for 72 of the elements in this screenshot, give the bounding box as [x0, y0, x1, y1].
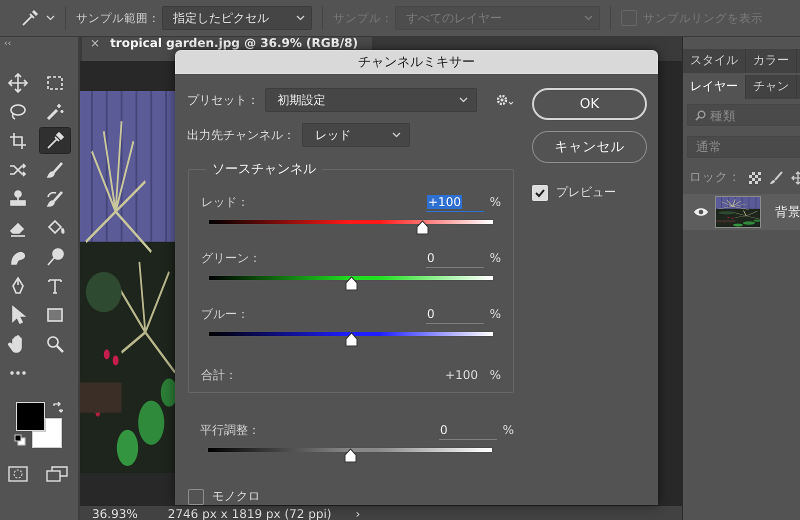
slider-label: ブルー：: [201, 306, 250, 322]
eyedropper-icon[interactable]: [20, 8, 40, 28]
slider-label: 平行調整：: [200, 422, 261, 438]
slider-thumb[interactable]: [344, 448, 356, 463]
slider-thumb[interactable]: [344, 332, 358, 347]
caret-icon: [392, 132, 401, 138]
eye-icon[interactable]: [693, 207, 709, 217]
value-field[interactable]: 0: [439, 420, 497, 440]
lock-label: ロック：: [689, 169, 741, 186]
expand-arrow[interactable]: ›: [355, 506, 360, 520]
value-field[interactable]: 0: [426, 304, 484, 324]
source-channels-legend: ソースチャンネル: [206, 160, 322, 178]
swap-icon[interactable]: [52, 402, 63, 413]
lollipop-icon: [45, 246, 65, 266]
ok-button[interactable]: OK: [532, 88, 647, 120]
close-button[interactable]: ×: [90, 37, 100, 50]
panel-tab[interactable]: チャン: [746, 75, 797, 99]
checkmark-icon: [534, 186, 546, 198]
percent-unit: %: [488, 251, 501, 265]
preview-label: プレビュー: [556, 184, 616, 201]
value-field[interactable]: 0: [426, 248, 484, 268]
slider-label: レッド：: [201, 194, 250, 210]
total-value: +100: [445, 368, 478, 382]
lasso-icon: [8, 102, 28, 122]
crop-icon: [8, 130, 28, 150]
panel-tab[interactable]: カラー: [746, 49, 797, 73]
history-brush-icon: [45, 188, 65, 208]
brush-icon[interactable]: [769, 170, 783, 184]
preset-dropdown[interactable]: 初期設定: [264, 88, 477, 112]
percent-unit: %: [488, 307, 501, 321]
eyedropper-icon: [45, 130, 65, 150]
layer-filter-field[interactable]: 種類: [687, 104, 800, 126]
quick-mask-icon[interactable]: [8, 466, 28, 482]
sample-size-dropdown[interactable]: 指定したピクセル: [162, 6, 312, 30]
monochrome-label: モノクロ: [212, 488, 260, 505]
slider-thumb[interactable]: [416, 220, 428, 235]
zoom-icon: [45, 334, 65, 354]
default-colors-icon[interactable]: [14, 434, 26, 446]
tool-button[interactable]: [39, 127, 71, 154]
brush-icon: [45, 160, 65, 180]
stamp-icon: [8, 188, 28, 208]
gear-icon[interactable]: [496, 93, 514, 107]
caret-icon: [46, 15, 55, 21]
value-field[interactable]: +100: [426, 192, 484, 212]
checkerboard-icon[interactable]: [749, 172, 761, 184]
caret-icon: [459, 97, 468, 103]
move-icon: [8, 72, 28, 92]
percent-unit: %: [488, 368, 501, 382]
search-icon: [695, 110, 706, 121]
sample-size-label: サンプル範囲：: [76, 10, 160, 26]
screen-mode-icon[interactable]: [46, 466, 68, 482]
collapse-button[interactable]: ‹‹: [0, 37, 78, 49]
output-channel-dropdown[interactable]: レッド: [302, 123, 410, 147]
panel-tab[interactable]: レイヤー: [683, 75, 746, 99]
background-swatch[interactable]: [32, 418, 62, 448]
caret-icon: [584, 15, 593, 21]
percent-unit: %: [488, 195, 501, 209]
caret-icon: [296, 15, 305, 21]
magic-wand-icon: [45, 102, 65, 122]
zoom-level: 36.93%: [92, 506, 138, 520]
percent-unit: %: [502, 423, 514, 437]
checkbox[interactable]: [188, 488, 204, 504]
total-label: 合計：: [201, 366, 238, 384]
slider-thumb[interactable]: [344, 276, 358, 291]
panel-tab[interactable]: スタイル: [683, 49, 746, 73]
image-dimensions: 2746 px x 1819 px (72 ppi): [168, 506, 332, 520]
preset-label: プリセット：: [187, 92, 260, 108]
foreground-swatch[interactable]: [16, 402, 45, 431]
output-channel-label: 出力先チャンネル：: [187, 126, 296, 144]
slider-label: グリーン：: [201, 250, 262, 266]
cancel-button[interactable]: キャンセル: [532, 131, 647, 163]
more-icon: [8, 370, 28, 376]
